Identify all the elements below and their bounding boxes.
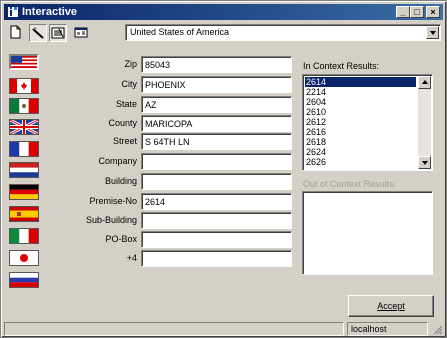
out-of-context-results-label: Out of Context Results: — [303, 179, 397, 189]
flag-japan[interactable] — [9, 250, 39, 266]
list-view-icon[interactable] — [49, 24, 67, 42]
street-label: Street — [112, 136, 137, 146]
in-context-results-list[interactable]: 2614 2214 2604 2610 2612 2616 2618 2624 2626 — [302, 74, 433, 171]
resize-grip-icon[interactable] — [432, 324, 443, 335]
state-field[interactable]: AZ — [141, 96, 292, 113]
properties-icon[interactable] — [73, 24, 91, 42]
maximize-button[interactable]: □ — [410, 6, 424, 18]
in-context-results-label: In Context Results: — [303, 61, 380, 71]
flag-netherlands[interactable] — [9, 162, 39, 178]
new-document-icon[interactable] — [7, 24, 25, 42]
premise-no-label: Premise-No — [89, 196, 137, 206]
info-app-icon — [8, 7, 18, 17]
toolbar: United States of America — [4, 22, 443, 44]
company-field[interactable] — [141, 153, 292, 170]
results-scrollbar[interactable] — [418, 76, 431, 169]
status-bar: localhost — [4, 322, 443, 336]
flag-mexico[interactable] — [9, 98, 39, 114]
list-item[interactable]: 2610 — [305, 107, 416, 117]
building-field[interactable] — [141, 173, 292, 190]
list-item[interactable]: 2604 — [305, 97, 416, 107]
list-item[interactable]: 2618 — [305, 137, 416, 147]
list-item[interactable]: 2624 — [305, 147, 416, 157]
po-box-label: PO-Box — [105, 234, 137, 244]
window-title: Interactive — [22, 6, 78, 18]
company-label: Company — [98, 156, 137, 166]
status-host: localhost — [347, 322, 428, 336]
close-button[interactable]: × — [426, 6, 440, 18]
flag-italy[interactable] — [9, 228, 39, 244]
county-label: County — [108, 118, 137, 128]
flag-russia[interactable] — [9, 272, 39, 288]
sub-building-label: Sub-Building — [85, 215, 137, 225]
list-item[interactable]: 2626 — [305, 157, 416, 167]
country-select[interactable]: United States of America — [125, 24, 441, 41]
po-box-field[interactable] — [141, 231, 292, 248]
list-item[interactable]: 2214 — [305, 87, 416, 97]
scroll-up-icon[interactable] — [418, 76, 431, 89]
country-select-value: United States of America — [130, 27, 230, 37]
sub-building-field[interactable] — [141, 212, 292, 229]
county-field[interactable]: MARICOPA — [141, 115, 292, 132]
premise-no-field[interactable]: 2614 — [141, 193, 292, 210]
city-field[interactable]: PHOENIX — [141, 76, 292, 93]
zip-field[interactable]: 85043 — [141, 56, 292, 73]
application-window: Interactive _ □ × United States of Ameri… — [0, 0, 447, 338]
accept-button[interactable]: Accept — [348, 295, 434, 317]
flag-spain[interactable] — [9, 206, 39, 222]
minimize-button[interactable]: _ — [396, 6, 410, 18]
building-label: Building — [104, 176, 137, 186]
city-label: City — [121, 79, 138, 89]
zip-label: Zip — [124, 59, 137, 69]
plus4-field[interactable] — [141, 250, 292, 267]
state-label: State — [115, 99, 137, 109]
magic-wand-icon[interactable] — [29, 24, 47, 42]
flag-france[interactable] — [9, 141, 39, 157]
list-item[interactable]: 2612 — [305, 117, 416, 127]
flag-germany[interactable] — [9, 184, 39, 200]
list-item[interactable]: 2614 — [305, 77, 416, 87]
chevron-down-icon[interactable] — [426, 26, 439, 39]
title-bar[interactable]: Interactive _ □ × — [4, 4, 443, 20]
out-of-context-results-list[interactable] — [302, 191, 433, 275]
plus4-label: +4 — [126, 253, 137, 263]
status-left — [4, 322, 344, 336]
accept-label: Accept — [377, 301, 405, 311]
list-item[interactable]: 2616 — [305, 127, 416, 137]
flag-canada[interactable] — [9, 78, 39, 94]
scroll-down-icon[interactable] — [418, 156, 431, 169]
street-field[interactable]: S 64TH LN — [141, 133, 292, 150]
flag-united-kingdom[interactable] — [9, 119, 39, 135]
flag-usa[interactable] — [9, 54, 39, 70]
